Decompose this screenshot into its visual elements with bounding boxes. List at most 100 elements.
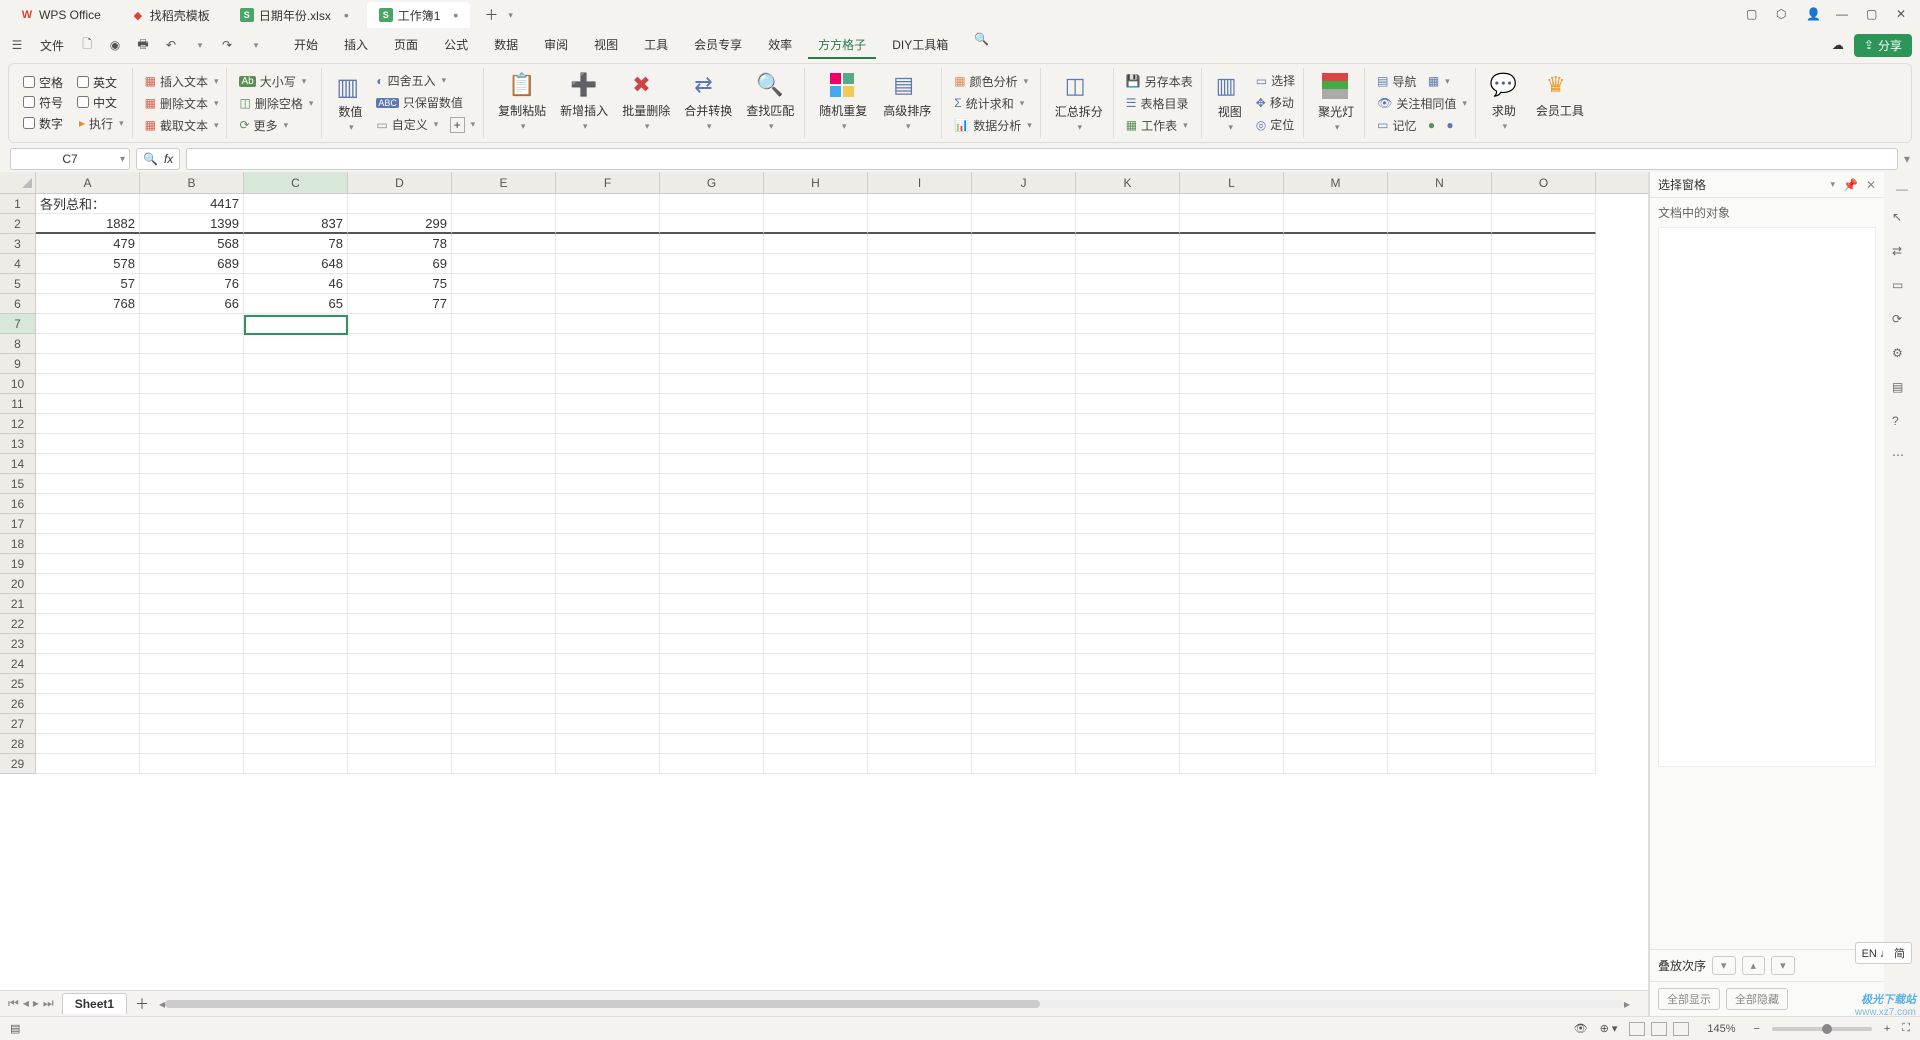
- adv-sort-button[interactable]: ▤高级排序▾: [879, 70, 935, 136]
- cell[interactable]: [1180, 534, 1284, 554]
- cell[interactable]: [140, 374, 244, 394]
- cell[interactable]: [660, 334, 764, 354]
- cell[interactable]: [972, 394, 1076, 414]
- cell[interactable]: [348, 434, 452, 454]
- cell[interactable]: [36, 414, 140, 434]
- cell[interactable]: 837: [244, 214, 348, 234]
- cell[interactable]: [556, 534, 660, 554]
- cell[interactable]: [868, 434, 972, 454]
- cell[interactable]: [972, 414, 1076, 434]
- cell[interactable]: [1388, 334, 1492, 354]
- tab-tools[interactable]: 工具: [634, 32, 678, 59]
- cell[interactable]: [1492, 534, 1596, 554]
- cell[interactable]: [1492, 334, 1596, 354]
- cell[interactable]: [1492, 374, 1596, 394]
- help-button[interactable]: 💬求助▾: [1486, 70, 1522, 136]
- close-pane-icon[interactable]: ✕: [1866, 178, 1876, 192]
- cell[interactable]: [868, 294, 972, 314]
- cell[interactable]: [764, 194, 868, 214]
- cell[interactable]: [972, 314, 1076, 334]
- data-analysis-button[interactable]: 📊数据分析▾: [952, 116, 1034, 135]
- save-as-button[interactable]: 💾另存本表: [1124, 72, 1195, 91]
- tab-data[interactable]: 数据: [484, 32, 528, 59]
- row-header[interactable]: 25: [0, 674, 36, 694]
- cell[interactable]: [1492, 454, 1596, 474]
- cell[interactable]: [1388, 194, 1492, 214]
- expand-formula-icon[interactable]: ▾: [1904, 152, 1910, 166]
- cell[interactable]: 77: [348, 294, 452, 314]
- cell[interactable]: 78: [348, 234, 452, 254]
- cell[interactable]: [1388, 674, 1492, 694]
- move-button[interactable]: ✥移动: [1254, 93, 1297, 112]
- cell[interactable]: [556, 434, 660, 454]
- cell[interactable]: [36, 714, 140, 734]
- cell[interactable]: [452, 334, 556, 354]
- page-view-icon[interactable]: [1651, 1022, 1667, 1036]
- cell[interactable]: [764, 234, 868, 254]
- cell[interactable]: [348, 314, 452, 334]
- cell[interactable]: [1076, 334, 1180, 354]
- tab-review[interactable]: 审阅: [534, 32, 578, 59]
- cell[interactable]: [36, 754, 140, 774]
- cell[interactable]: [556, 574, 660, 594]
- cell[interactable]: [1076, 534, 1180, 554]
- cell[interactable]: [452, 214, 556, 234]
- cell[interactable]: [244, 334, 348, 354]
- cell[interactable]: [764, 674, 868, 694]
- cell[interactable]: [1284, 654, 1388, 674]
- cell[interactable]: [764, 634, 868, 654]
- cell[interactable]: [1388, 274, 1492, 294]
- cell[interactable]: [452, 574, 556, 594]
- cell[interactable]: [660, 714, 764, 734]
- redo-icon[interactable]: ↷: [218, 36, 236, 54]
- cell[interactable]: [1388, 734, 1492, 754]
- cell[interactable]: 76: [140, 274, 244, 294]
- col-header[interactable]: J: [972, 172, 1076, 193]
- cell[interactable]: [1284, 374, 1388, 394]
- cell[interactable]: 78: [244, 234, 348, 254]
- cell[interactable]: [1492, 734, 1596, 754]
- cell[interactable]: [660, 574, 764, 594]
- cell[interactable]: 578: [36, 254, 140, 274]
- cell[interactable]: [1284, 334, 1388, 354]
- move-up-button[interactable]: ▴: [1742, 956, 1766, 975]
- name-box[interactable]: C7 ▾: [10, 148, 130, 170]
- redo-dropdown[interactable]: [246, 36, 264, 54]
- nav-button[interactable]: ▤导航 ▦▾: [1375, 72, 1469, 91]
- cell[interactable]: [1180, 374, 1284, 394]
- col-header[interactable]: G: [660, 172, 764, 193]
- ime-indicator[interactable]: EN ♩ 简: [1855, 942, 1912, 964]
- cell[interactable]: [244, 514, 348, 534]
- cell[interactable]: [348, 514, 452, 534]
- cell[interactable]: [1284, 194, 1388, 214]
- cell[interactable]: 299: [348, 214, 452, 234]
- cell[interactable]: [452, 554, 556, 574]
- cell[interactable]: [1492, 714, 1596, 734]
- watch-same-button[interactable]: 👁关注相同值▾: [1375, 94, 1469, 113]
- cell[interactable]: [972, 214, 1076, 234]
- exec-button[interactable]: ▸执行▾: [77, 114, 126, 133]
- cell[interactable]: [972, 514, 1076, 534]
- cell[interactable]: [244, 394, 348, 414]
- cell[interactable]: [1388, 594, 1492, 614]
- cell[interactable]: [1388, 694, 1492, 714]
- row-header[interactable]: 21: [0, 594, 36, 614]
- cell[interactable]: [764, 534, 868, 554]
- cell[interactable]: [244, 614, 348, 634]
- cell[interactable]: [1180, 294, 1284, 314]
- cell[interactable]: [764, 754, 868, 774]
- cell[interactable]: [36, 434, 140, 454]
- cell[interactable]: [140, 354, 244, 374]
- show-all-button[interactable]: 全部显示: [1658, 988, 1720, 1010]
- cell[interactable]: [1076, 594, 1180, 614]
- cell[interactable]: [140, 534, 244, 554]
- cell[interactable]: [1076, 614, 1180, 634]
- cell[interactable]: [1388, 314, 1492, 334]
- menu-icon[interactable]: ☰: [8, 36, 26, 54]
- cell[interactable]: [244, 694, 348, 714]
- cell[interactable]: [1284, 614, 1388, 634]
- cell[interactable]: [660, 434, 764, 454]
- cell[interactable]: [1284, 454, 1388, 474]
- tab-efficiency[interactable]: 效率: [758, 32, 802, 59]
- row-header[interactable]: 13: [0, 434, 36, 454]
